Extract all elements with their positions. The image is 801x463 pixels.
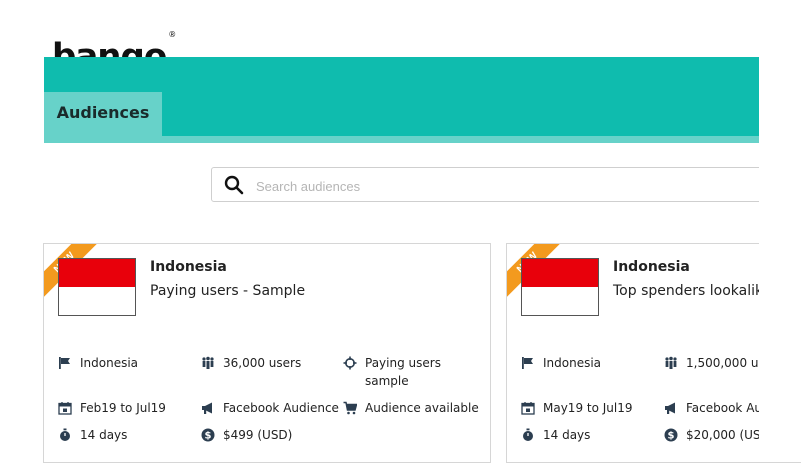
people-icon bbox=[202, 356, 214, 369]
cart-icon bbox=[343, 401, 357, 415]
megaphone-icon bbox=[202, 402, 212, 414]
search-bar[interactable] bbox=[211, 167, 771, 202]
calendar-icon bbox=[58, 402, 72, 415]
viewport-edge bbox=[759, 0, 801, 447]
indonesia-flag bbox=[521, 258, 599, 316]
svg-text:$: $ bbox=[205, 431, 212, 442]
svg-text:$: $ bbox=[668, 431, 675, 442]
card-country: Indonesia bbox=[613, 259, 690, 275]
megaphone-icon bbox=[665, 402, 675, 414]
audience-card[interactable]: NEW Indonesia Paying users - Sample Indo… bbox=[43, 243, 491, 463]
dollar-icon: $ bbox=[664, 428, 678, 442]
calendar-icon bbox=[521, 402, 535, 415]
dollar-icon: $ bbox=[201, 428, 215, 442]
crosshair-icon bbox=[343, 356, 357, 370]
meta-duration: 14 days bbox=[521, 426, 590, 444]
audience-card[interactable]: NEW Indonesia Top spenders lookalike Ind… bbox=[506, 243, 801, 463]
meta-price: $ $499 (USD) bbox=[201, 426, 292, 444]
meta-price: $ $20,000 (USD) bbox=[664, 426, 774, 444]
meta-location: Indonesia bbox=[521, 354, 601, 372]
meta-date-range: May19 to Jul19 bbox=[521, 399, 633, 417]
meta-channel: Facebook Audience bbox=[201, 399, 339, 417]
meta-availability: Audience available bbox=[343, 399, 479, 417]
registered-mark: ® bbox=[168, 30, 176, 39]
card-country: Indonesia bbox=[150, 259, 227, 275]
flag-icon bbox=[522, 357, 533, 369]
meta-location: Indonesia bbox=[58, 354, 138, 372]
card-audience-name: Top spenders lookalike bbox=[613, 283, 772, 299]
meta-users: 36,000 users bbox=[201, 354, 301, 372]
meta-date-range: Feb19 to Jul19 bbox=[58, 399, 166, 417]
search-icon bbox=[224, 175, 244, 195]
stopwatch-icon bbox=[60, 428, 70, 441]
stopwatch-icon bbox=[523, 428, 533, 441]
flag-icon bbox=[59, 357, 70, 369]
tab-audiences[interactable]: Audiences bbox=[44, 92, 162, 143]
indonesia-flag bbox=[58, 258, 136, 316]
meta-target: Paying users sample bbox=[343, 354, 443, 390]
search-input[interactable] bbox=[254, 174, 738, 198]
meta-duration: 14 days bbox=[58, 426, 127, 444]
people-icon bbox=[665, 356, 677, 369]
card-audience-name: Paying users - Sample bbox=[150, 283, 306, 299]
